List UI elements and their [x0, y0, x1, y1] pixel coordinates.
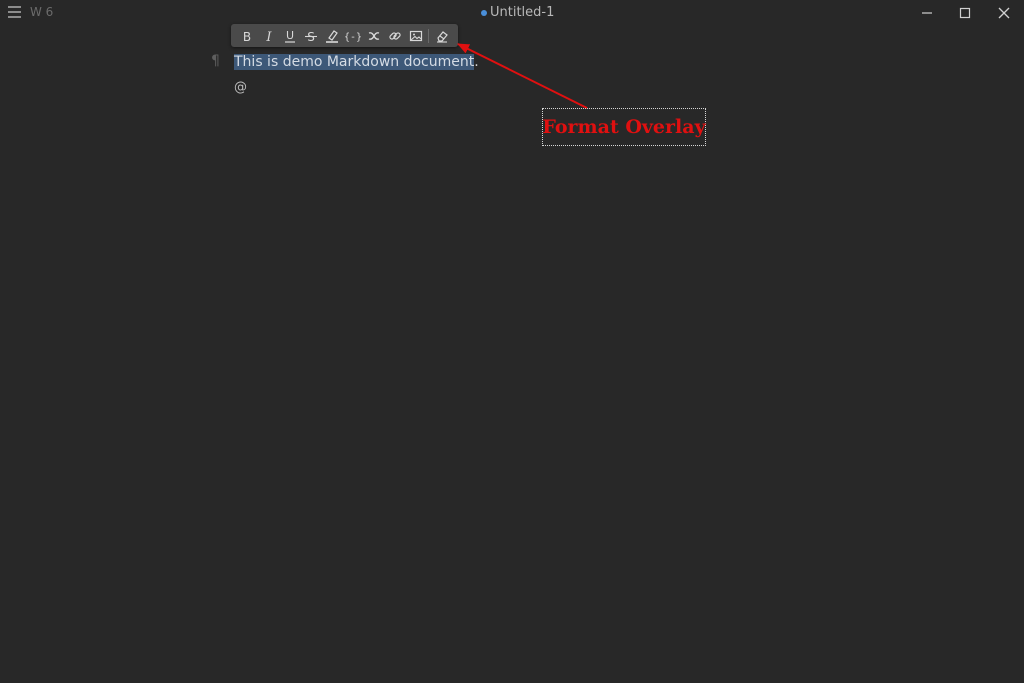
underline-button[interactable]: U — [279, 24, 300, 47]
minimize-icon — [922, 12, 932, 14]
link-button[interactable] — [384, 24, 405, 47]
paragraph-mark: ¶ — [211, 53, 220, 69]
document-title: Untitled-1 — [490, 5, 555, 20]
link-icon — [388, 31, 401, 40]
maximize-button[interactable] — [954, 3, 976, 23]
italic-button[interactable]: I — [258, 24, 279, 47]
bold-icon: B — [242, 30, 250, 43]
document-second-line[interactable]: @ — [234, 80, 247, 95]
strikethrough-icon: S — [304, 30, 317, 43]
close-icon — [998, 7, 1010, 19]
hamburger-icon[interactable] — [8, 6, 21, 19]
annotation-callout: Format Overlay — [542, 108, 706, 146]
svg-text:B: B — [242, 30, 250, 43]
bold-button[interactable]: B — [236, 24, 257, 47]
inline-code-button[interactable]: {-} — [342, 24, 363, 47]
annotation-label: Format Overlay — [542, 116, 706, 138]
format-toolbar: B I U S {-} — [231, 24, 458, 47]
inline-code-icon: {-} — [345, 32, 361, 43]
svg-text:I: I — [265, 30, 272, 43]
highlighter-icon — [325, 29, 338, 43]
word-count: W 6 — [30, 5, 54, 19]
svg-text:{-}: {-} — [345, 32, 361, 43]
close-button[interactable] — [993, 3, 1015, 23]
image-button[interactable] — [405, 24, 426, 47]
selected-text[interactable]: This is demo Markdown document — [234, 54, 475, 70]
unsaved-indicator — [481, 9, 487, 16]
math-icon — [368, 31, 379, 40]
maximize-icon — [959, 7, 971, 19]
annotation-arrow — [457, 43, 588, 109]
image-icon — [409, 30, 422, 41]
inline-math-button[interactable] — [363, 24, 384, 47]
window-title: Untitled-1 — [481, 5, 554, 20]
italic-icon: I — [265, 30, 272, 43]
minimize-button[interactable] — [916, 3, 938, 23]
clear-format-button[interactable] — [431, 24, 452, 47]
trailing-text[interactable]: . — [474, 54, 478, 70]
toolbar-separator — [428, 29, 429, 43]
title-bar: W 6 Untitled-1 — [0, 0, 1024, 28]
underline-icon: U — [284, 29, 295, 43]
highlight-button[interactable] — [321, 24, 342, 47]
document-paragraph[interactable]: This is demo Markdown document. — [234, 52, 479, 72]
eraser-icon — [436, 30, 448, 43]
svg-text:U: U — [285, 29, 293, 42]
strikethrough-button[interactable]: S — [300, 24, 321, 47]
